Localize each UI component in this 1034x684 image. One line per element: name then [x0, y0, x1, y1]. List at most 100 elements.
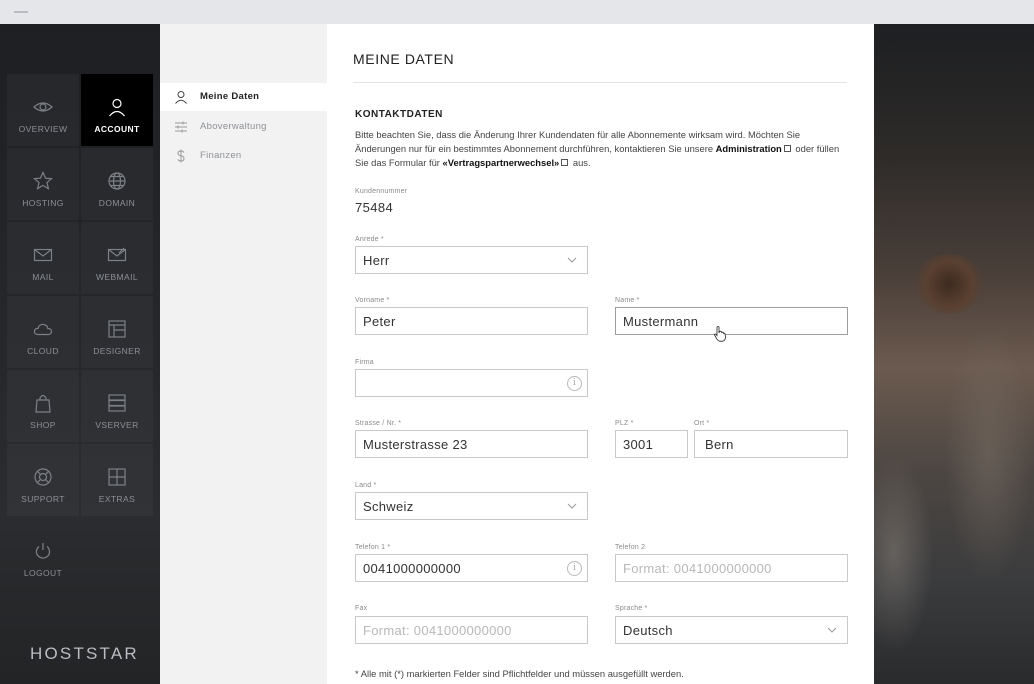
nav-item-logout[interactable]: LOGOUT: [7, 518, 79, 590]
ort-value: Bern: [705, 437, 734, 452]
nav-item-label: CLOUD: [27, 346, 59, 356]
customer-number-value: 75484: [355, 200, 394, 215]
ort-label: Ort *: [694, 420, 710, 427]
chevron-down-icon: [567, 257, 577, 263]
vorname-label: Vorname *: [355, 297, 390, 304]
nav-item-label: ACCOUNT: [94, 124, 140, 134]
vertragspartnerwechsel-link[interactable]: «Vertragspartnerwechsel»: [443, 157, 560, 168]
server-icon: [108, 394, 126, 412]
anrede-value: Herr: [363, 253, 390, 268]
mail-icon: [33, 248, 53, 262]
main-content: MEINE DATEN KONTAKTDATEN Bitte beachten …: [327, 24, 874, 684]
webmail-icon: [107, 247, 127, 262]
power-icon: [35, 543, 51, 559]
chevron-down-icon: [827, 627, 837, 633]
account-subnav: Meine Daten Aboverwaltung Finanzen: [160, 24, 327, 684]
land-select[interactable]: Schweiz: [355, 492, 588, 520]
strasse-value: Musterstrasse 23: [363, 437, 468, 452]
nav-item-designer[interactable]: DESIGNER: [81, 296, 153, 368]
nav-item-webmail[interactable]: WEBMAIL: [81, 222, 153, 294]
sliders-icon: [175, 121, 187, 133]
photo-detail: [914, 254, 984, 314]
app-window: OVERVIEW ACCOUNT HOSTING DOMAIN MAIL WEB…: [0, 24, 1034, 684]
administration-link[interactable]: Administration: [716, 143, 782, 154]
hand-cursor-icon: [714, 326, 726, 342]
nav-item-label: EXTRAS: [98, 494, 136, 504]
name-label: Name *: [615, 297, 640, 304]
anrede-label: Anrede *: [355, 236, 384, 243]
sprache-label: Sprache *: [615, 605, 648, 612]
vorname-value: Peter: [363, 314, 396, 329]
vorname-input[interactable]: Peter: [355, 307, 588, 335]
window-titlebar: [0, 0, 1034, 24]
land-label: Land *: [355, 482, 377, 489]
nav-item-mail[interactable]: MAIL: [7, 222, 79, 294]
nav-item-shop[interactable]: SHOP: [7, 370, 79, 442]
nav-item-cloud[interactable]: CLOUD: [7, 296, 79, 368]
nav-item-support[interactable]: SUPPORT: [7, 444, 79, 516]
nav-item-extras[interactable]: EXTRAS: [81, 444, 153, 516]
anrede-select[interactable]: Herr: [355, 246, 588, 274]
nav-item-label: HOSTING: [22, 198, 64, 208]
background-photo: [874, 24, 1034, 684]
notice-part: aus.: [570, 157, 591, 168]
nav-item-overview[interactable]: OVERVIEW: [7, 74, 79, 146]
nav-item-vserver[interactable]: VSERVER: [81, 370, 153, 442]
layout-icon: [108, 320, 126, 338]
subnav-item-label: Finanzen: [200, 150, 242, 161]
external-link-icon: [561, 159, 569, 167]
subnav-item-meine-daten[interactable]: Meine Daten: [160, 83, 327, 111]
strasse-label: Strasse / Nr. *: [355, 420, 402, 427]
page-title: MEINE DATEN: [353, 51, 455, 67]
main-nav: OVERVIEW ACCOUNT HOSTING DOMAIN MAIL WEB…: [0, 24, 160, 684]
photo-detail: [874, 454, 934, 654]
hoststar-logo[interactable]: HOSTSTAR: [30, 644, 139, 664]
name-value: Mustermann: [623, 314, 699, 329]
nav-item-domain[interactable]: DOMAIN: [81, 148, 153, 220]
nav-item-hosting[interactable]: HOSTING: [7, 148, 79, 220]
plz-label: PLZ *: [615, 420, 634, 427]
section-title: KONTAKTDATEN: [355, 109, 443, 120]
divider: [353, 82, 847, 83]
nav-item-label: MAIL: [32, 272, 54, 282]
nav-item-account[interactable]: ACCOUNT: [81, 74, 153, 146]
nav-item-label: SHOP: [30, 420, 56, 430]
globe-icon: [108, 172, 126, 190]
nav-item-label: SUPPORT: [21, 494, 65, 504]
info-icon[interactable]: i: [567, 376, 582, 391]
telefon1-value: 0041000000000: [363, 561, 461, 576]
firma-input[interactable]: i: [355, 369, 588, 397]
info-icon[interactable]: i: [567, 561, 582, 576]
telefon2-placeholder: Format: 0041000000000: [623, 561, 772, 576]
sprache-select[interactable]: Deutsch: [615, 616, 848, 644]
nav-item-label: DOMAIN: [98, 198, 136, 208]
subnav-item-aboverwaltung[interactable]: Aboverwaltung: [160, 113, 327, 141]
star-icon: [33, 171, 53, 190]
dollar-icon: [177, 149, 185, 163]
strasse-input[interactable]: Musterstrasse 23: [355, 430, 588, 458]
minimize-button[interactable]: [14, 11, 28, 13]
cloud-icon: [33, 323, 53, 336]
user-icon: [175, 91, 187, 104]
fax-placeholder: Format: 0041000000000: [363, 623, 512, 638]
subnav-item-label: Meine Daten: [200, 91, 260, 102]
notice-text: Bitte beachten Sie, dass die Änderung Ih…: [355, 128, 845, 170]
telefon1-input[interactable]: 0041000000000 i: [355, 554, 588, 582]
firma-label: Firma: [355, 359, 374, 366]
telefon2-input[interactable]: Format: 0041000000000: [615, 554, 848, 582]
name-input[interactable]: Mustermann: [615, 307, 848, 335]
ort-input[interactable]: Bern: [694, 430, 848, 458]
nav-item-label: WEBMAIL: [95, 272, 138, 282]
subnav-item-finanzen[interactable]: Finanzen: [160, 142, 327, 170]
chevron-down-icon: [567, 503, 577, 509]
plz-input[interactable]: 3001: [615, 430, 688, 458]
photo-detail: [944, 324, 1034, 584]
nav-item-label: OVERVIEW: [18, 124, 68, 134]
subnav-item-label: Aboverwaltung: [200, 121, 267, 132]
nav-item-label: LOGOUT: [23, 568, 63, 578]
fax-input[interactable]: Format: 0041000000000: [355, 616, 588, 644]
bag-icon: [35, 394, 51, 413]
telefon1-label: Telefon 1 *: [355, 544, 391, 551]
land-value: Schweiz: [363, 499, 414, 514]
nav-item-label: VSERVER: [95, 420, 139, 430]
